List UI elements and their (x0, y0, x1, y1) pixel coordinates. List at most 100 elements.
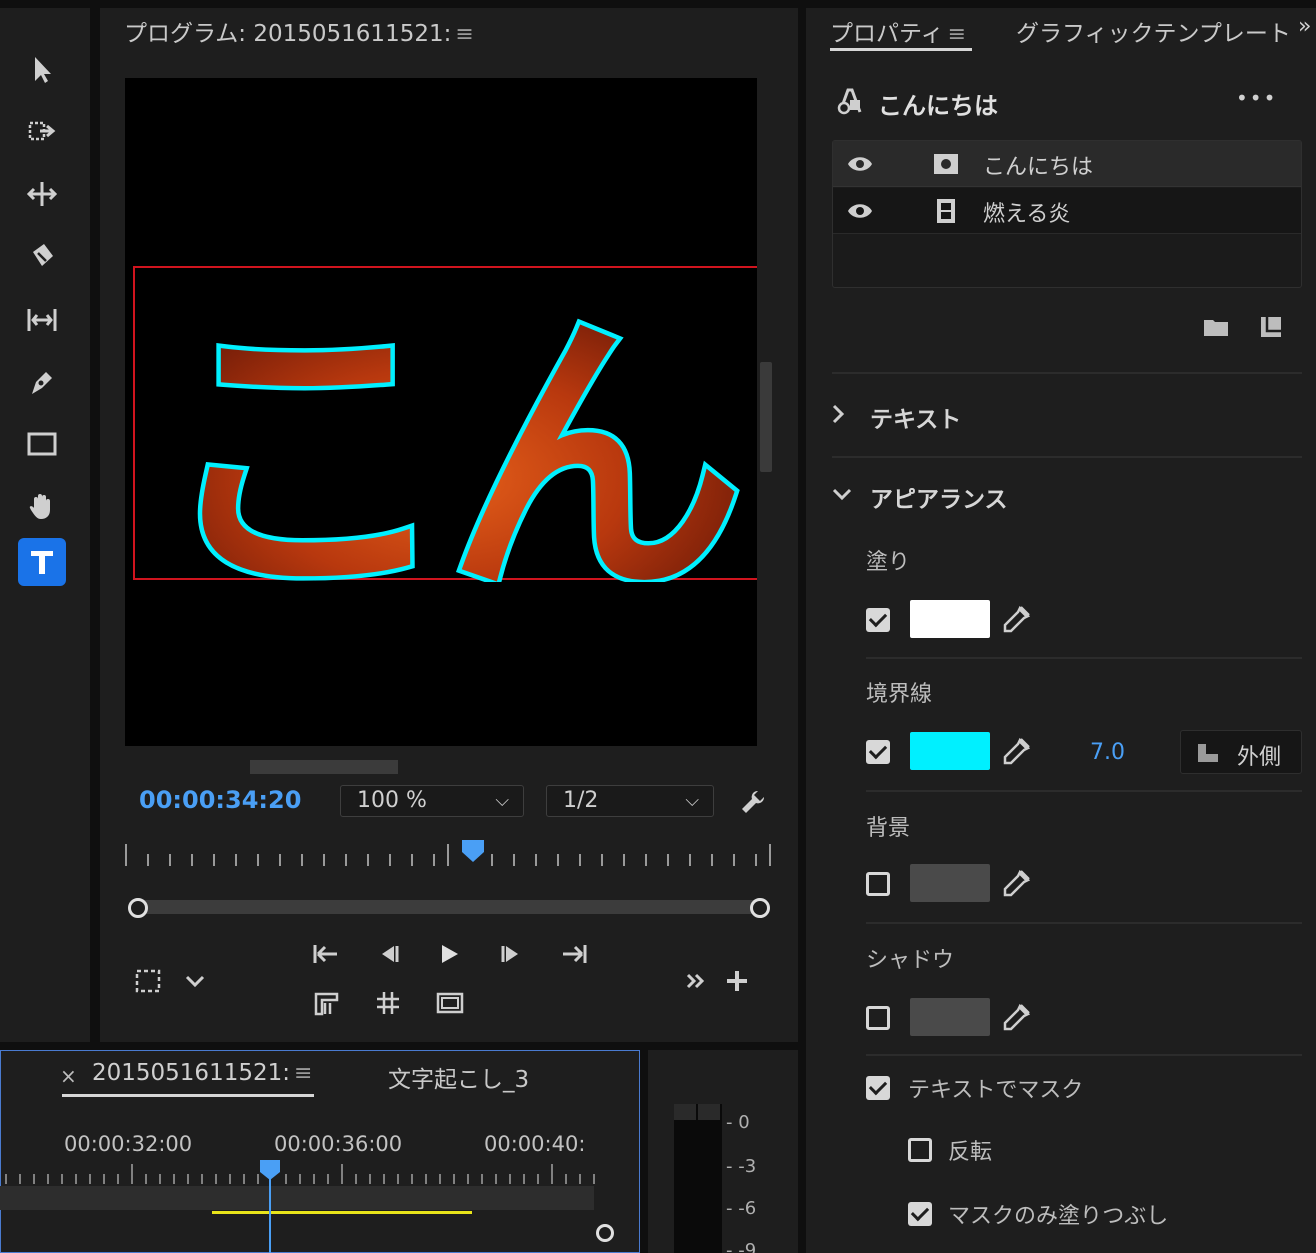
tab-sequence[interactable]: 2015051611521: ≡ (92, 1060, 312, 1086)
layer-name: 燃える炎 (983, 202, 1071, 227)
overflow-arrow-icon[interactable]: » (1298, 14, 1311, 39)
work-area-bar[interactable] (0, 1186, 594, 1210)
eyedropper-icon[interactable] (1000, 868, 1032, 900)
tab-graphics-label: グラフィックテンプレート (1016, 21, 1291, 47)
timeline-time-label: 00:00:32:00 (64, 1132, 193, 1156)
horizontal-scrollbar[interactable] (250, 760, 398, 774)
zoom-select[interactable]: 100 % ⌵ (340, 785, 524, 817)
safe-margins-icon[interactable] (130, 965, 166, 997)
eyedropper-icon[interactable] (1000, 1002, 1032, 1034)
timeline-playhead-marker[interactable] (258, 1158, 282, 1182)
meter-label: - -3 (726, 1156, 757, 1177)
pen-tool-icon[interactable] (18, 358, 66, 406)
close-tab-icon[interactable]: × (60, 1064, 77, 1088)
menu-icon[interactable]: ≡ (294, 1061, 312, 1086)
program-time-ruler[interactable] (118, 836, 778, 876)
chevron-down-icon[interactable] (180, 965, 210, 997)
ripple-edit-tool-icon[interactable] (18, 170, 66, 218)
meter-label: - 0 (726, 1112, 750, 1133)
insert-icon[interactable] (308, 986, 344, 1020)
tab-graphic-templates[interactable]: グラフィックテンプレート (1016, 14, 1292, 48)
program-title[interactable]: プログラム: 2015051611521: ≡ (124, 14, 474, 48)
background-label: 背景 (866, 816, 911, 841)
vertical-scrollbar[interactable] (760, 362, 772, 472)
play-icon[interactable] (432, 938, 466, 970)
zoom-handle-right[interactable] (750, 898, 770, 918)
stroke-outside-icon (1198, 744, 1218, 762)
stroke-width-value[interactable]: 7.0 (1090, 740, 1125, 765)
zoom-scroll-bar[interactable] (136, 900, 762, 914)
go-to-out-icon[interactable] (556, 938, 592, 970)
timeline-time-label: 00:00:36:00 (274, 1132, 403, 1156)
stroke-color-swatch[interactable] (910, 732, 990, 770)
chevron-right-icon[interactable] (826, 400, 850, 428)
eye-icon[interactable] (845, 196, 875, 226)
timeline-ruler[interactable] (0, 1158, 600, 1186)
grid-icon[interactable] (370, 986, 406, 1020)
wrench-icon[interactable] (734, 784, 772, 820)
tools-panel (0, 8, 90, 1042)
section-appearance[interactable]: アピアランス (870, 480, 1008, 514)
track-select-tool-icon[interactable] (18, 108, 66, 156)
chevron-down-icon[interactable] (828, 480, 856, 508)
background-color-swatch[interactable] (910, 864, 990, 902)
audio-meter-panel (648, 1050, 798, 1253)
shadow-label: シャドウ (866, 948, 955, 973)
zoom-handle-left[interactable] (128, 898, 148, 918)
timeline-zoom-handle[interactable] (596, 1224, 614, 1242)
mask-fill-only-label: マスクのみ塗りつぶし (948, 1204, 1169, 1229)
section-text[interactable]: テキスト (870, 400, 961, 434)
slip-tool-icon[interactable] (18, 296, 66, 344)
tab-transcript[interactable]: 文字起こし_3 (388, 1060, 529, 1094)
playhead-timecode[interactable]: 00:00:34:20 (139, 786, 301, 814)
program-video-frame[interactable]: こん (125, 78, 757, 746)
mask-with-text-checkbox[interactable] (866, 1076, 890, 1100)
type-tool-icon[interactable] (18, 538, 66, 586)
mask-with-text-label: テキストでマスク (908, 1078, 1084, 1103)
razor-tool-icon[interactable] (18, 232, 66, 280)
divider (866, 1054, 1302, 1056)
resolution-select[interactable]: 1/2 ⌵ (546, 785, 714, 817)
eyedropper-icon[interactable] (1000, 604, 1032, 636)
menu-icon[interactable]: ≡ (455, 22, 473, 47)
step-forward-icon[interactable] (494, 938, 528, 970)
text-bounding-box[interactable]: こん (133, 266, 757, 582)
chevron-down-icon: ⌵ (495, 790, 509, 811)
shadow-checkbox[interactable] (866, 1006, 890, 1030)
invert-checkbox[interactable] (908, 1138, 932, 1162)
sequence-tab-label: 2015051611521: (92, 1060, 290, 1086)
background-checkbox[interactable] (866, 872, 890, 896)
folder-icon[interactable] (1200, 312, 1232, 342)
selection-tool-icon[interactable] (18, 46, 66, 94)
more-options-icon[interactable]: ••• (1236, 86, 1277, 110)
eyedropper-icon[interactable] (1000, 736, 1032, 768)
shadow-color-swatch[interactable] (910, 998, 990, 1036)
tab-properties-label: プロパティ (830, 21, 944, 47)
timeline-playhead-line[interactable] (269, 1176, 271, 1253)
menu-icon[interactable]: ≡ (948, 22, 966, 47)
stroke-position-select[interactable]: 外側 (1180, 730, 1302, 774)
audio-meter-bars (674, 1104, 722, 1253)
fill-color-swatch[interactable] (910, 600, 990, 638)
step-back-icon[interactable] (372, 938, 406, 970)
layer-row[interactable]: 燃える炎 (833, 188, 1301, 234)
go-to-in-icon[interactable] (308, 938, 344, 970)
stroke-checkbox[interactable] (866, 740, 890, 764)
export-frame-icon[interactable] (430, 986, 470, 1020)
rectangle-tool-icon[interactable] (18, 420, 66, 468)
hand-tool-icon[interactable] (18, 482, 66, 530)
layer-name: こんにちは (983, 155, 1094, 180)
mask-fill-only-checkbox[interactable] (908, 1202, 932, 1226)
layers-list: こんにちは 燃える炎 (832, 140, 1302, 288)
in-out-range-bar[interactable] (212, 1211, 472, 1214)
eye-icon[interactable] (845, 149, 875, 179)
layer-row[interactable]: こんにちは (833, 141, 1301, 187)
tab-properties[interactable]: プロパティ ≡ (830, 14, 966, 48)
new-layer-icon[interactable] (1256, 312, 1286, 342)
object-name: こんにちは (878, 92, 998, 120)
active-tab-underline (62, 1094, 314, 1097)
add-button-icon[interactable] (720, 964, 754, 998)
text-layer-icon (931, 149, 961, 179)
more-controls-icon[interactable] (682, 966, 712, 996)
fill-checkbox[interactable] (866, 608, 890, 632)
